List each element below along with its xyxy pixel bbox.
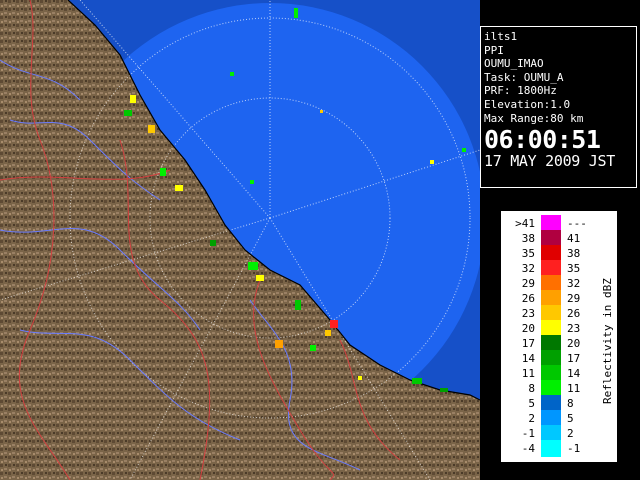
legend-row-high-value: 41 xyxy=(567,232,581,245)
legend-row-low-value: 29 xyxy=(521,277,535,290)
product-type: PPI xyxy=(484,43,504,57)
legend-row-low-value: -1 xyxy=(521,427,535,440)
legend-row-high-value: 29 xyxy=(567,292,581,305)
legend-row-low-value: 5 xyxy=(528,397,535,410)
legend-row-high-value: 38 xyxy=(567,247,581,260)
legend-row-low-value: 8 xyxy=(528,382,535,395)
legend-row-low-value: 20 xyxy=(521,322,535,335)
legend-row-high-value: 11 xyxy=(567,382,581,395)
legend-row-low-value: >41 xyxy=(515,217,535,230)
legend-row-low-value: 2 xyxy=(528,412,535,425)
legend-row-high-value: 14 xyxy=(567,367,581,380)
legend-row-low-value: 38 xyxy=(521,232,535,245)
radar-name: OUMU_IMAO xyxy=(484,57,544,71)
legend-row-low-value: 17 xyxy=(521,337,535,350)
legend-row-high-value: 20 xyxy=(567,337,581,350)
elevation-label: Elevation:1.0 xyxy=(484,97,571,111)
legend-row-high-value: 32 xyxy=(567,277,581,290)
max-range-label: Max Range:80 km xyxy=(484,111,584,125)
radar-info-panel: ilts1 PPI OUMU_IMAO Task: OUMU_A PRF: 18… xyxy=(480,26,637,188)
legend-row-high-value: --- xyxy=(567,217,587,230)
legend-row: -4 -1 xyxy=(501,440,617,457)
legend-title: Reflectivity in dBZ xyxy=(601,278,614,404)
legend-row-high-value: 8 xyxy=(567,397,574,410)
legend-row-high-value: 5 xyxy=(567,412,574,425)
site-name: ilts1 xyxy=(484,30,518,43)
legend-row-high-value: 2 xyxy=(567,427,574,440)
reflectivity-legend: >41 --- 38 41 35 38 32 35 29 32 26 29 23 26 20 23 17 20 14… xyxy=(500,210,618,463)
legend-row-low-value: 23 xyxy=(521,307,535,320)
legend-row-high-value: 26 xyxy=(567,307,581,320)
task-label: Task: OUMU_A xyxy=(484,70,564,84)
legend-row-high-value: 17 xyxy=(567,352,581,365)
legend-row-high-value: -1 xyxy=(567,442,581,455)
legend-row-high-value: 23 xyxy=(567,322,581,335)
legend-row-low-value: 26 xyxy=(521,292,535,305)
radar-ppi-map xyxy=(0,0,480,480)
legend-row-low-value: 32 xyxy=(521,262,535,275)
legend-row-low-value: -4 xyxy=(521,442,535,455)
legend-row-low-value: 35 xyxy=(521,247,535,260)
observation-time: 06:00:51 xyxy=(484,125,601,155)
observation-date: 17 MAY 2009 JST xyxy=(484,152,615,171)
legend-color-swatch xyxy=(541,440,561,457)
prf-label: PRF: 1800Hz xyxy=(484,84,557,98)
legend-row-low-value: 14 xyxy=(521,352,535,365)
legend-row-low-value: 11 xyxy=(521,367,535,380)
legend-row-high-value: 35 xyxy=(567,262,581,275)
